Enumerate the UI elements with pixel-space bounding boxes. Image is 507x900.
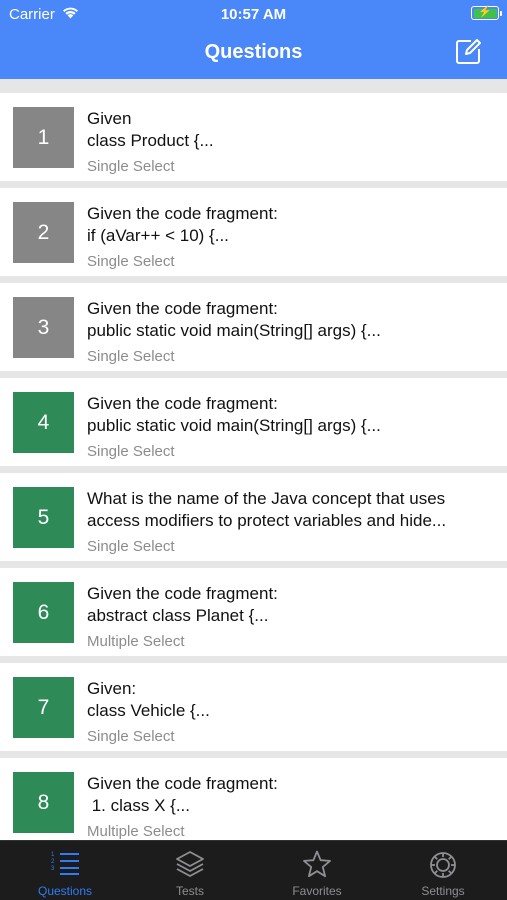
question-snippet: public static void main(String[] args) {… xyxy=(87,416,381,435)
question-number-badge: 7 xyxy=(13,677,74,738)
question-type: Single Select xyxy=(87,253,175,270)
list-icon: 123 xyxy=(51,852,79,875)
svg-text:2: 2 xyxy=(51,859,55,865)
question-row[interactable]: 6 Given the code fragment: abstract class … xyxy=(0,568,507,656)
question-list: 1 Given class Product {... Single Select 2 Gi… xyxy=(0,79,507,840)
question-title: Given the code fragment: xyxy=(87,394,278,413)
tab-settings[interactable]: Settings xyxy=(380,841,506,900)
question-title: Given the code fragment: xyxy=(87,584,278,603)
star-icon xyxy=(303,850,331,878)
question-row[interactable]: 7 Given: class Vehicle {... Single Select xyxy=(0,663,507,751)
question-title: Given the code fragment: xyxy=(87,204,278,223)
question-title: Given the code fragment: xyxy=(87,299,278,318)
tab-questions[interactable]: 1 2 3 Questions xyxy=(2,841,128,900)
battery-icon: ⚡ xyxy=(471,6,502,20)
question-number-badge: 6 xyxy=(13,582,74,643)
question-type: Multiple Select xyxy=(87,823,185,840)
question-type: Single Select xyxy=(87,728,175,745)
question-row[interactable]: 2 Given the code fragment: if (aVar++ < 10… xyxy=(0,188,507,276)
layers-icon xyxy=(176,851,204,877)
clock: 10:57 AM xyxy=(220,6,287,23)
question-type: Single Select xyxy=(87,443,175,460)
svg-text:3: 3 xyxy=(51,866,55,872)
question-snippet: abstract class Planet {... xyxy=(87,606,269,625)
tab-label: Questions xyxy=(37,884,93,898)
compose-icon[interactable] xyxy=(454,38,482,66)
question-number-badge: 5 xyxy=(13,487,74,548)
tab-label: Favorites xyxy=(292,884,342,898)
header: Carrier 10:57 AM ⚡ Questions xyxy=(0,0,507,79)
question-number-badge: 8 xyxy=(13,772,74,833)
tab-bar: 1 2 3 Questions Tests Favorites Settings xyxy=(0,840,507,900)
question-type: Single Select xyxy=(87,348,175,365)
tab-favorites[interactable]: Favorites xyxy=(254,841,380,900)
question-row[interactable]: 8 Given the code fragment: 1. class X {..… xyxy=(0,758,507,840)
svg-text:1: 1 xyxy=(51,852,55,858)
question-number-badge: 3 xyxy=(13,297,74,358)
question-snippet: public static void main(String[] args) {… xyxy=(87,321,381,340)
question-row[interactable]: 1 Given class Product {... Single Select xyxy=(0,93,507,181)
question-title: Given: xyxy=(87,679,137,698)
page-title: Questions xyxy=(204,41,303,63)
question-title: Given the code fragment: xyxy=(87,774,278,793)
question-type: Multiple Select xyxy=(87,633,185,650)
question-snippet: 1. class X {... xyxy=(87,796,190,815)
question-row[interactable]: 5 What is the name of the Java concept th… xyxy=(0,473,507,561)
question-number-badge: 4 xyxy=(13,392,74,453)
question-type: Single Select xyxy=(87,538,175,555)
question-number-badge: 2 xyxy=(13,202,74,263)
question-snippet: access modifiers to protect variables an… xyxy=(87,511,447,530)
tab-label: Settings xyxy=(421,884,465,898)
status-bar: Carrier 10:57 AM ⚡ xyxy=(0,0,507,28)
question-title: What is the name of the Java concept tha… xyxy=(87,489,446,508)
question-number-badge: 1 xyxy=(13,107,74,168)
question-snippet: class Vehicle {... xyxy=(87,701,210,720)
tab-tests[interactable]: Tests xyxy=(127,841,253,900)
question-row[interactable]: 3 Given the code fragment: public static v… xyxy=(0,283,507,371)
question-type: Single Select xyxy=(87,158,175,175)
question-row[interactable]: 4 Given the code fragment: public static v… xyxy=(0,378,507,466)
question-snippet: class Product {... xyxy=(87,131,214,150)
gear-icon xyxy=(430,852,456,878)
tab-label: Tests xyxy=(175,884,204,898)
question-title: Given xyxy=(87,109,132,128)
question-snippet: if (aVar++ < 10) {... xyxy=(87,226,229,245)
